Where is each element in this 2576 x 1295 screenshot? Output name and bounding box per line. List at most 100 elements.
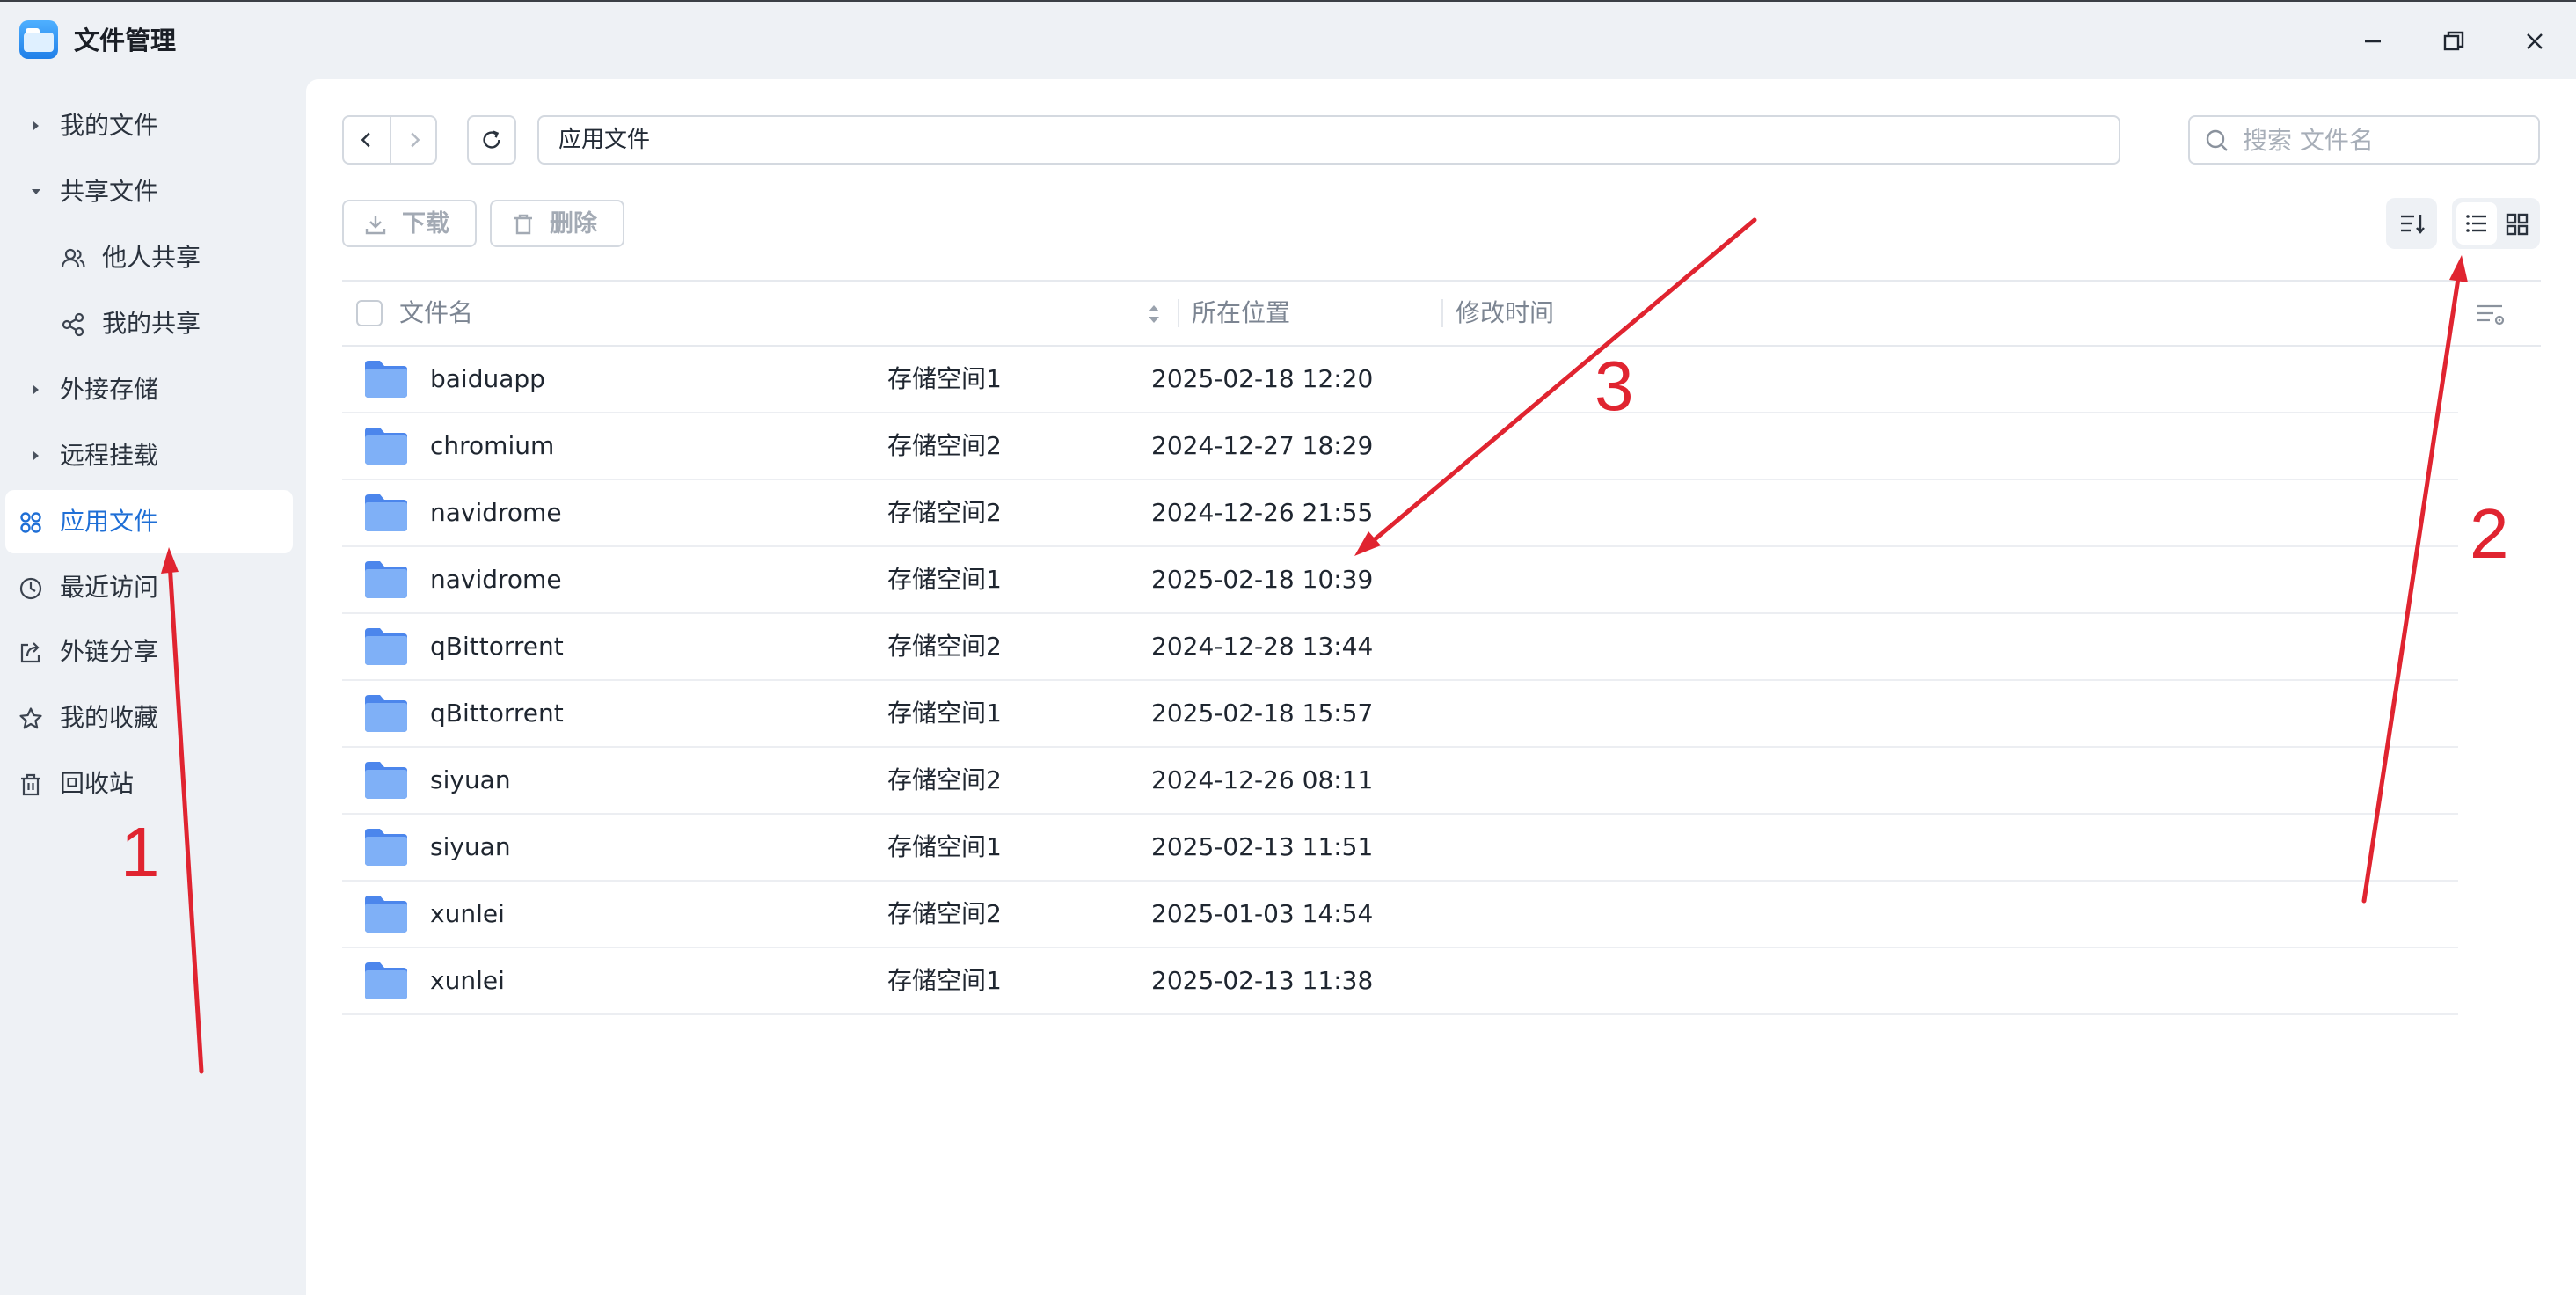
share-icon <box>62 312 84 337</box>
grid-icon <box>2506 213 2529 236</box>
file-name: qBittorrent <box>430 699 564 728</box>
close-icon[interactable] <box>2513 19 2557 63</box>
file-name: baiduapp <box>430 364 545 393</box>
view-toggle <box>2452 198 2540 249</box>
sidebar-item-external-storage[interactable]: 外接存储 <box>5 358 293 421</box>
file-location: 存储空间2 <box>887 431 1002 460</box>
caret-right-icon[interactable] <box>26 116 46 135</box>
file-name: navidrome <box>430 565 562 594</box>
table-row[interactable]: xunlei 存储空间2 2025-01-03 14:54 <box>342 882 2458 948</box>
apps-icon <box>20 512 41 533</box>
folder-icon <box>365 628 407 665</box>
column-divider[interactable] <box>1441 299 1443 327</box>
clock-icon <box>19 577 42 600</box>
app-title: 文件管理 <box>74 26 177 55</box>
file-name: xunlei <box>430 966 505 995</box>
table-row[interactable]: xunlei 存储空间1 2025-02-13 11:38 <box>342 948 2458 1015</box>
folder-icon <box>365 494 407 531</box>
folder-icon <box>365 762 407 799</box>
sidebar-item-label: 远程挂载 <box>60 441 159 470</box>
download-button[interactable]: 下载 <box>342 200 477 247</box>
sidebar-item-shared-files[interactable]: 共享文件 <box>5 160 293 223</box>
table-row[interactable]: navidrome 存储空间1 2025-02-18 10:39 <box>342 547 2458 614</box>
external-share-icon <box>20 642 40 663</box>
caret-down-icon[interactable] <box>26 182 46 201</box>
column-header-name[interactable]: 文件名 <box>399 297 473 329</box>
sidebar-item-label: 我的文件 <box>60 111 159 140</box>
sidebar-item-recycle-bin[interactable]: 回收站 <box>5 752 293 816</box>
minimize-icon[interactable] <box>2351 19 2395 63</box>
file-location: 存储空间2 <box>887 899 1002 928</box>
sidebar-item-remote-mount[interactable]: 远程挂载 <box>5 424 293 487</box>
sidebar-item-label: 最近访问 <box>60 573 159 602</box>
path-text: 应用文件 <box>558 127 651 153</box>
file-name: navidrome <box>430 498 562 527</box>
table-row[interactable]: navidrome 存储空间2 2024-12-26 21:55 <box>342 480 2458 547</box>
file-location: 存储空间1 <box>887 699 1002 728</box>
table-row[interactable]: siyuan 存储空间1 2025-02-13 11:51 <box>342 815 2458 882</box>
search-input[interactable] <box>2243 124 2524 156</box>
column-header-modified[interactable]: 修改时间 <box>1456 297 1554 329</box>
search-icon <box>2206 129 2228 151</box>
back-icon[interactable] <box>354 128 379 152</box>
file-modified: 2024-12-26 08:11 <box>1151 765 1374 794</box>
column-settings-icon[interactable] <box>2474 299 2507 329</box>
table-header: 文件名 所在位置 修改时间 <box>342 280 2541 347</box>
sidebar-item-my-shares[interactable]: 我的共享 <box>5 292 293 355</box>
file-location: 存储空间1 <box>887 832 1002 861</box>
title-bar: 文件管理 <box>0 0 2576 79</box>
caret-right-icon[interactable] <box>26 380 46 399</box>
refresh-button[interactable] <box>467 115 516 165</box>
nav-button-group <box>342 115 437 165</box>
file-modified: 2025-02-18 10:39 <box>1151 565 1374 594</box>
sort-icon <box>2401 215 2425 234</box>
annotation-label-2: 2 <box>2470 494 2509 573</box>
column-divider[interactable] <box>1178 299 1179 327</box>
table-row[interactable]: baiduapp 存储空间1 2025-02-18 12:20 <box>342 347 2458 413</box>
trash-icon <box>514 214 532 235</box>
file-modified: 2024-12-28 13:44 <box>1151 632 1374 661</box>
file-name: xunlei <box>430 899 505 928</box>
trash-icon <box>21 773 40 796</box>
sidebar-item-label: 外链分享 <box>60 637 159 666</box>
sidebar-item-app-files[interactable]: 应用文件 <box>5 490 293 553</box>
sort-button[interactable] <box>2386 198 2437 249</box>
file-modified: 2025-02-18 15:57 <box>1151 699 1374 728</box>
file-modified: 2024-12-26 21:55 <box>1151 498 1374 527</box>
sidebar-item-label: 共享文件 <box>60 177 159 206</box>
main-panel: 应用文件 下载 删除 <box>306 79 2576 1295</box>
annotation-label-1: 1 <box>120 813 160 891</box>
grid-view-button[interactable] <box>2498 202 2536 245</box>
file-modified: 2025-02-13 11:51 <box>1151 832 1374 861</box>
table-row[interactable]: qBittorrent 存储空间1 2025-02-18 15:57 <box>342 681 2458 748</box>
folder-icon <box>365 695 407 732</box>
refresh-icon <box>483 130 500 149</box>
search-field[interactable] <box>2188 115 2540 165</box>
select-all-checkbox[interactable] <box>356 300 383 326</box>
table-row[interactable]: qBittorrent 存储空间2 2024-12-28 13:44 <box>342 614 2458 681</box>
path-breadcrumb[interactable]: 应用文件 <box>537 115 2120 165</box>
sidebar-item-recent[interactable]: 最近访问 <box>5 556 293 619</box>
list-view-button[interactable] <box>2456 202 2497 245</box>
sidebar-item-link-share[interactable]: 外链分享 <box>5 620 293 684</box>
table-row[interactable]: siyuan 存储空间2 2024-12-26 08:11 <box>342 748 2458 815</box>
sidebar-item-others-shared[interactable]: 他人共享 <box>5 226 293 289</box>
sidebar-item-label: 我的共享 <box>102 309 201 338</box>
app-logo-icon <box>19 20 58 59</box>
maximize-icon[interactable] <box>2432 19 2476 63</box>
folder-icon <box>365 829 407 866</box>
delete-button[interactable]: 删除 <box>490 200 624 247</box>
sidebar-item-my-files[interactable]: 我的文件 <box>5 94 293 157</box>
folder-icon <box>365 896 407 933</box>
column-header-location[interactable]: 所在位置 <box>1192 297 1290 329</box>
table-row[interactable]: chromium 存储空间2 2024-12-27 18:29 <box>342 413 2458 480</box>
annotation-label-3: 3 <box>1594 347 1634 425</box>
file-modified: 2024-12-27 18:29 <box>1151 431 1374 460</box>
forward-icon[interactable] <box>402 128 427 152</box>
folder-icon <box>365 962 407 999</box>
file-location: 存储空间1 <box>887 966 1002 995</box>
file-location: 存储空间2 <box>887 498 1002 527</box>
sidebar-item-favorites[interactable]: 我的收藏 <box>5 686 293 750</box>
caret-right-icon[interactable] <box>26 446 46 465</box>
sort-arrows-icon[interactable] <box>1144 301 1164 327</box>
